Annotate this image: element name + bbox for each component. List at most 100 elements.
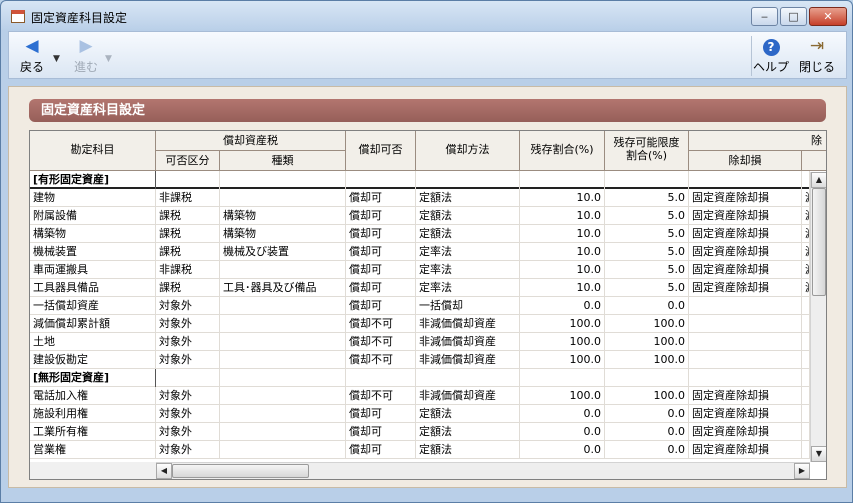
table-row[interactable]: 建設仮勘定 対象外 償却不可 非減価償却資産 100.0 100.0 xyxy=(30,351,810,369)
cell-kind[interactable] xyxy=(220,333,346,351)
cell-method[interactable]: 定額法 xyxy=(416,441,520,459)
cell-taxable[interactable]: 課税 xyxy=(156,207,220,225)
cell-taxable[interactable]: 非課税 xyxy=(156,189,220,207)
cell-account[interactable]: 営業権 xyxy=(30,441,156,459)
cell-disposal[interactable] xyxy=(689,315,802,333)
cell-disposal[interactable]: 固定資産除却損 xyxy=(689,387,802,405)
cell-extra[interactable] xyxy=(802,387,810,405)
cell-depreciable[interactable]: 償却可 xyxy=(346,189,416,207)
cell-taxable[interactable]: 非課税 xyxy=(156,261,220,279)
cell-limit[interactable]: 100.0 xyxy=(605,387,689,405)
cell-account[interactable]: 附属設備 xyxy=(30,207,156,225)
vertical-scroll-thumb[interactable] xyxy=(812,188,826,296)
cell-extra[interactable]: 減 xyxy=(802,243,810,261)
cell-method[interactable]: 一括償却 xyxy=(416,297,520,315)
cell-disposal[interactable]: 固定資産除却損 xyxy=(689,405,802,423)
horizontal-scroll-thumb[interactable] xyxy=(172,464,309,478)
cell-taxable[interactable] xyxy=(156,369,220,387)
cell-kind[interactable] xyxy=(220,297,346,315)
cell-depreciable[interactable]: 償却可 xyxy=(346,279,416,297)
cell-extra[interactable] xyxy=(802,297,810,315)
cell-disposal[interactable] xyxy=(689,297,802,315)
cell-limit[interactable]: 100.0 xyxy=(605,333,689,351)
cell-residual[interactable] xyxy=(520,171,605,189)
scroll-right-icon[interactable]: ▶ xyxy=(794,463,810,479)
forward-dropdown-icon[interactable]: ▼ xyxy=(105,54,112,64)
cell-kind[interactable]: 構築物 xyxy=(220,207,346,225)
table-row[interactable]: 施設利用権 対象外 償却可 定額法 0.0 0.0 固定資産除却損 xyxy=(30,405,810,423)
cell-method[interactable]: 定率法 xyxy=(416,279,520,297)
cell-extra[interactable] xyxy=(802,333,810,351)
cell-method[interactable]: 定率法 xyxy=(416,243,520,261)
cell-taxable[interactable]: 課税 xyxy=(156,243,220,261)
cell-depreciable[interactable]: 償却可 xyxy=(346,261,416,279)
cell-residual[interactable]: 10.0 xyxy=(520,207,605,225)
vertical-scrollbar[interactable]: ▲ ▼ xyxy=(810,172,826,462)
table-row[interactable]: 建物非課税 償却可定額法10.05.0固定資産除却損減 xyxy=(30,189,810,207)
table-row[interactable]: 附属設備課税構築物償却可定額法10.05.0固定資産除却損減 xyxy=(30,207,810,225)
scroll-up-icon[interactable]: ▲ xyxy=(811,172,826,188)
cell-depreciable[interactable]: 償却可 xyxy=(346,297,416,315)
cell-residual[interactable]: 10.0 xyxy=(520,279,605,297)
cell-account[interactable]: 施設利用権 xyxy=(30,405,156,423)
table-row[interactable]: 営業権 対象外 償却可 定額法 0.0 0.0 固定資産除却損 xyxy=(30,441,810,459)
cell-extra[interactable]: 減 xyxy=(802,189,810,207)
cell-kind[interactable] xyxy=(220,405,346,423)
cell-account[interactable]: 工具器具備品 xyxy=(30,279,156,297)
cell-residual[interactable] xyxy=(520,369,605,387)
cell-method[interactable] xyxy=(416,369,520,387)
cell-extra[interactable] xyxy=(802,351,810,369)
cell-taxable[interactable]: 対象外 xyxy=(156,387,220,405)
category-row[interactable]: [有形固定資産] xyxy=(30,171,810,189)
cell-taxable[interactable]: 対象外 xyxy=(156,405,220,423)
cell-taxable[interactable] xyxy=(156,171,220,189)
cell-disposal[interactable]: 固定資産除却損 xyxy=(689,207,802,225)
cell-account[interactable]: 建物 xyxy=(30,189,156,207)
cell-depreciable[interactable]: 償却可 xyxy=(346,423,416,441)
table-row[interactable]: 一括償却資産 対象外 償却可 一括償却 0.0 0.0 xyxy=(30,297,810,315)
cell-disposal[interactable]: 固定資産除却損 xyxy=(689,261,802,279)
cell-limit[interactable]: 5.0 xyxy=(605,261,689,279)
table-row[interactable]: 機械装置課税機械及び装置償却可定率法10.05.0固定資産除却損減 xyxy=(30,243,810,261)
cell-residual[interactable]: 100.0 xyxy=(520,315,605,333)
horizontal-scrollbar[interactable]: ◀ ▶ xyxy=(156,462,810,479)
cell-disposal[interactable]: 固定資産除却損 xyxy=(689,189,802,207)
cell-kind[interactable]: 工具･器具及び備品 xyxy=(220,279,346,297)
cell-limit[interactable]: 5.0 xyxy=(605,189,689,207)
cell-extra[interactable] xyxy=(802,315,810,333)
scroll-left-icon[interactable]: ◀ xyxy=(156,463,172,479)
back-dropdown-icon[interactable]: ▼ xyxy=(53,54,60,64)
category-row[interactable]: [無形固定資産] xyxy=(30,369,810,387)
cell-taxable[interactable]: 対象外 xyxy=(156,441,220,459)
forward-button[interactable]: ▶ 進む xyxy=(69,36,103,75)
cell-residual[interactable]: 100.0 xyxy=(520,387,605,405)
table-row[interactable]: 工具器具備品課税工具･器具及び備品償却可定率法10.05.0固定資産除却損減 xyxy=(30,279,810,297)
cell-limit[interactable] xyxy=(605,369,689,387)
cell-extra[interactable] xyxy=(802,369,810,387)
cell-taxable[interactable]: 対象外 xyxy=(156,351,220,369)
cell-taxable[interactable]: 対象外 xyxy=(156,333,220,351)
cell-taxable[interactable]: 課税 xyxy=(156,225,220,243)
header-method[interactable]: 償却方法 xyxy=(416,131,520,171)
cell-disposal[interactable] xyxy=(689,351,802,369)
cell-method[interactable]: 定額法 xyxy=(416,189,520,207)
cell-limit[interactable]: 0.0 xyxy=(605,297,689,315)
cell-extra[interactable]: 減 xyxy=(802,261,810,279)
cell-kind[interactable] xyxy=(220,423,346,441)
cell-account[interactable]: 建設仮勘定 xyxy=(30,351,156,369)
cell-limit[interactable]: 5.0 xyxy=(605,243,689,261)
cell-limit[interactable]: 100.0 xyxy=(605,351,689,369)
cell-kind[interactable]: 構築物 xyxy=(220,225,346,243)
cell-limit[interactable]: 0.0 xyxy=(605,405,689,423)
cell-limit[interactable]: 5.0 xyxy=(605,225,689,243)
cell-method[interactable]: 定額法 xyxy=(416,225,520,243)
cell-disposal[interactable]: 固定資産除却損 xyxy=(689,441,802,459)
cell-depreciable[interactable]: 償却可 xyxy=(346,207,416,225)
cell-kind[interactable] xyxy=(220,171,346,189)
cell-disposal[interactable]: 固定資産除却損 xyxy=(689,225,802,243)
table-row[interactable]: 減価償却累計額 対象外 償却不可 非減価償却資産 100.0 100.0 xyxy=(30,315,810,333)
cell-kind[interactable] xyxy=(220,315,346,333)
back-button[interactable]: ◀ 戻る xyxy=(15,36,49,75)
cell-method[interactable]: 定率法 xyxy=(416,261,520,279)
cell-limit[interactable]: 100.0 xyxy=(605,315,689,333)
